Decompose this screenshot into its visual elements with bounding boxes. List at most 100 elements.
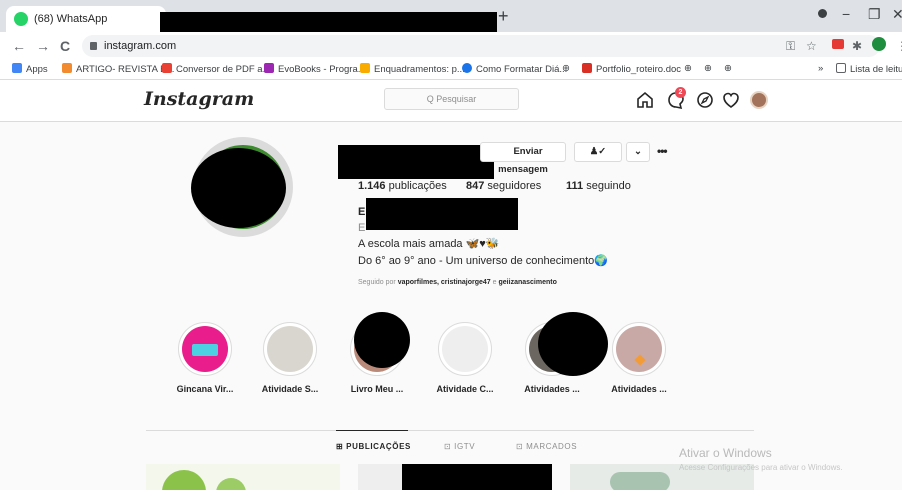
redacted-username: [338, 145, 494, 179]
highlight-label-6: Atividades ...: [611, 384, 667, 394]
redacted-profile-name: [366, 198, 518, 230]
bookmark-icon: [360, 63, 370, 73]
puzzle-icon[interactable]: ✱: [852, 39, 862, 53]
redacted-post: [402, 464, 552, 490]
key-icon[interactable]: ⚿: [786, 39, 795, 54]
post-thumbnail-2[interactable]: [358, 464, 552, 490]
browser-tab-whatsapp[interactable]: (68) WhatsApp: [6, 6, 166, 32]
bookmark-icon: [162, 63, 172, 73]
profile-avatar-icon[interactable]: [872, 37, 886, 51]
posts-count: 1.146 publicações: [358, 180, 447, 192]
bio-line-1: A escola mais amada 🦋♥🐝: [358, 238, 500, 250]
highlight-label-3: Livro Meu ...: [350, 384, 404, 394]
highlight-1[interactable]: [178, 322, 232, 376]
bookmark-portfolio[interactable]: Portfolio_roteiro.doc: [582, 63, 681, 75]
highlight-label-1: Gincana Vir...: [176, 384, 234, 394]
send-message-button[interactable]: Enviar mensagem: [480, 142, 566, 175]
tab-igtv[interactable]: ⊡ IGTV: [444, 442, 475, 451]
globe-icon[interactable]: ⊕: [684, 63, 692, 74]
tab-title: (68) WhatsApp: [34, 13, 108, 25]
bookmark-conversor[interactable]: Conversor de PDF a...: [162, 63, 271, 75]
instagram-logo[interactable]: Instagram: [144, 88, 254, 110]
bookmarks-bar: Apps ARTIGO- REVISTA E... Conversor de P…: [0, 60, 902, 80]
heart-icon[interactable]: [720, 89, 742, 111]
highlight-label-2: Atividade S...: [261, 384, 319, 394]
chevron-down-icon: ⌄: [634, 146, 642, 157]
instagram-header: Instagram Q Pesquisar 2: [0, 80, 902, 122]
bookmark-enquadramentos[interactable]: Enquadramentos: p...: [360, 63, 465, 75]
followed-by[interactable]: Seguido por vaporfilmes, cristinajorge47…: [358, 279, 557, 286]
reload-button[interactable]: C: [60, 38, 70, 54]
highlight-cover: [442, 326, 488, 372]
tab-publicacoes[interactable]: ⊞ PUBLICAÇÕES: [336, 442, 411, 451]
user-avatar-icon[interactable]: [750, 91, 768, 109]
suggestions-dropdown-button[interactable]: ⌄: [626, 142, 650, 162]
tag-icon: ⊡: [516, 442, 524, 451]
followers-count[interactable]: 847 seguidores: [466, 180, 541, 192]
highlight-6[interactable]: [612, 322, 666, 376]
new-tab-button[interactable]: +: [498, 6, 509, 27]
highlight-cover: [182, 326, 228, 372]
bookmarks-overflow-button[interactable]: »: [818, 63, 823, 74]
bookmark-artigo[interactable]: ARTIGO- REVISTA E...: [62, 63, 174, 75]
redacted-highlight: [538, 312, 608, 376]
account-dot-icon[interactable]: [818, 9, 827, 18]
highlight-2[interactable]: [263, 322, 317, 376]
extension-red-icon[interactable]: [832, 39, 844, 49]
post-shape: [162, 470, 206, 490]
highlight-cover-screen: [192, 344, 218, 356]
bookmark-icon: [582, 63, 592, 73]
minimize-button[interactable]: −: [842, 6, 850, 22]
globe-icon[interactable]: ⊕: [724, 63, 732, 74]
apps-grid-icon: [12, 63, 22, 73]
person-check-icon: ♟✓: [589, 146, 607, 157]
lock-icon: [90, 42, 97, 50]
post-shape: [216, 478, 246, 490]
highlight-label-5: Atividades ...: [524, 384, 580, 394]
redacted-avatar: [191, 148, 286, 228]
post-thumbnail-1[interactable]: [146, 464, 340, 490]
following-count[interactable]: 111 seguindo: [566, 180, 631, 192]
igtv-icon: ⊡: [444, 442, 452, 451]
whatsapp-icon: [14, 12, 28, 26]
follow-toggle-button[interactable]: ♟✓: [574, 142, 622, 162]
bio-line-2: Do 6° ao 9° ano - Um universo de conheci…: [358, 255, 608, 267]
menu-icon[interactable]: ⋮: [896, 39, 902, 53]
redacted-highlight: [354, 312, 410, 368]
highlight-cover: [267, 326, 313, 372]
active-tab-indicator: [336, 430, 408, 431]
browser-tab-strip: (68) WhatsApp + − ❐ ✕: [0, 0, 902, 54]
reading-list-button[interactable]: Lista de leitura: [836, 63, 902, 75]
home-icon[interactable]: [634, 89, 656, 111]
close-button[interactable]: ✕: [892, 6, 902, 23]
reading-list-icon: [836, 63, 846, 73]
explore-compass-icon[interactable]: [694, 89, 716, 111]
url-text: instagram.com: [104, 40, 177, 52]
notification-badge: 2: [675, 87, 686, 98]
bookmark-icon: [264, 63, 274, 73]
back-button[interactable]: ←: [12, 38, 26, 54]
star-icon[interactable]: ☆: [806, 39, 817, 53]
browser-toolbar: ← → C instagram.com ⚿ ☆ ✱ ⋮: [0, 32, 902, 60]
profile-name: E: [358, 206, 366, 218]
more-options-button[interactable]: •••: [657, 144, 668, 158]
highlight-cover: [616, 326, 662, 372]
tabs-divider: [146, 430, 754, 431]
profile-category: E: [358, 222, 366, 234]
forward-button[interactable]: →: [36, 38, 50, 54]
bookmark-evobooks[interactable]: EvoBooks - Progra...: [264, 63, 366, 75]
address-bar[interactable]: instagram.com: [82, 35, 880, 57]
maximize-button[interactable]: ❐: [868, 6, 881, 23]
search-input[interactable]: Q Pesquisar: [384, 88, 519, 110]
tab-marcados[interactable]: ⊡ MARCADOS: [516, 442, 577, 451]
highlight-cover-arrow: [634, 354, 646, 366]
post-shape: [610, 472, 670, 490]
highlight-label-4: Atividade C...: [436, 384, 494, 394]
globe-icon[interactable]: ⊕: [562, 63, 570, 74]
bookmark-formatar[interactable]: Como Formatar Diá...: [462, 63, 567, 75]
bookmark-icon: [462, 63, 472, 73]
bookmark-apps[interactable]: Apps: [12, 63, 48, 75]
globe-icon[interactable]: ⊕: [704, 63, 712, 74]
highlight-4[interactable]: [438, 322, 492, 376]
grid-icon: ⊞: [336, 442, 344, 451]
